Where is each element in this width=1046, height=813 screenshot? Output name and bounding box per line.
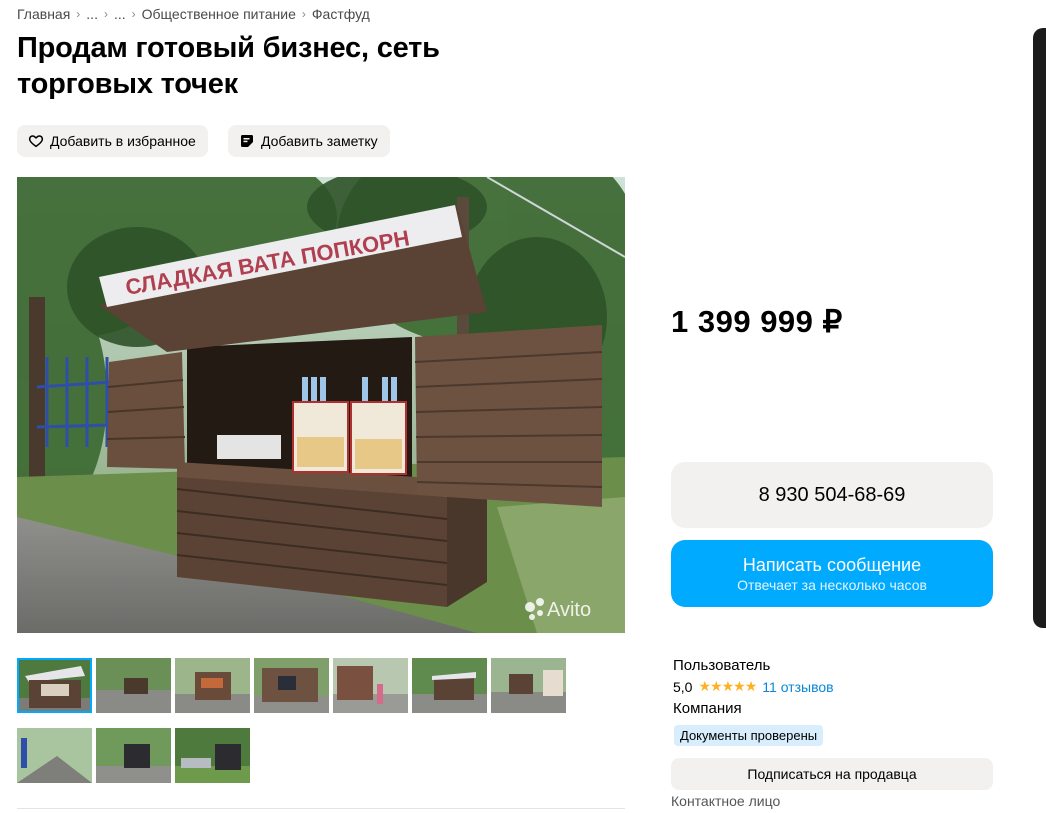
thumbnail-3[interactable]	[175, 658, 250, 713]
add-to-favorites-button[interactable]: Добавить в избранное	[17, 125, 208, 157]
thumbnail-10[interactable]	[175, 728, 250, 783]
heart-icon	[27, 132, 45, 150]
response-time: Отвечает за несколько часов	[737, 576, 927, 593]
thumbnail-9[interactable]	[96, 728, 171, 783]
star-icon: ★	[733, 678, 746, 694]
breadcrumb: Главная › ... › ... › Общественное питан…	[17, 6, 370, 22]
seller-rating: 5,0 ★ ★ ★ ★ ★ 11 отзывов	[673, 678, 834, 695]
note-icon	[238, 132, 256, 150]
price: 1 399 999 ₽	[671, 304, 843, 339]
chevron-right-icon: ›	[76, 7, 81, 21]
side-panel-edge	[1033, 28, 1046, 628]
star-icon: ★	[744, 678, 758, 694]
thumbnail-1[interactable]	[17, 658, 92, 713]
watermark-text: Avito	[547, 599, 591, 621]
documents-verified-badge: Документы проверены	[674, 725, 824, 746]
subscribe-seller-label: Подписаться на продавца	[747, 766, 917, 782]
seller-kind: Компания	[673, 700, 742, 717]
thumbnail-7[interactable]	[491, 658, 566, 713]
star-icon: ★	[710, 678, 723, 694]
subscribe-seller-button[interactable]: Подписаться на продавца	[671, 758, 993, 790]
star-icon: ★	[698, 678, 711, 694]
phone-number: 8 930 504-68-69	[758, 483, 906, 506]
thumbnail-2[interactable]	[96, 658, 171, 713]
add-to-favorites-label: Добавить в избранное	[50, 133, 196, 149]
thumbnail-6[interactable]	[412, 658, 487, 713]
star-icon: ★	[721, 678, 735, 694]
thumbnail-4[interactable]	[254, 658, 329, 713]
page-title: Продам готовый бизнес, сеть торговых точ…	[17, 32, 440, 100]
rating-value: 5,0	[673, 678, 693, 695]
reviews-link[interactable]: 11 отзывов	[762, 679, 833, 695]
rating-stars: ★ ★ ★ ★ ★	[698, 678, 758, 695]
add-note-label: Добавить заметку	[261, 133, 378, 149]
thumbnail-8[interactable]	[17, 728, 92, 783]
show-phone-button[interactable]: 8 930 504-68-69	[671, 462, 993, 528]
breadcrumb-item-home[interactable]: Главная	[17, 6, 70, 22]
thumbnail-5[interactable]	[333, 658, 408, 713]
add-note-button[interactable]: Добавить заметку	[228, 125, 390, 157]
write-message-label: Написать сообщение	[742, 554, 922, 575]
chevron-right-icon: ›	[131, 7, 136, 21]
contact-person-label: Контактное лицо	[671, 793, 781, 809]
chevron-right-icon: ›	[103, 7, 108, 21]
write-message-button[interactable]: Написать сообщение Отвечает за несколько…	[671, 540, 993, 607]
breadcrumb-item-ellipsis-1[interactable]: ...	[86, 6, 98, 22]
breadcrumb-item-catering[interactable]: Общественное питание	[142, 6, 296, 22]
seller-type: Пользователь	[673, 657, 771, 674]
divider	[17, 808, 625, 809]
main-photo[interactable]: СЛАДКАЯ ВАТА ПОПКОРН Avito	[17, 177, 625, 633]
chevron-right-icon: ›	[301, 7, 306, 21]
breadcrumb-item-fastfood[interactable]: Фастфуд	[312, 6, 370, 22]
breadcrumb-item-ellipsis-2[interactable]: ...	[114, 6, 126, 22]
